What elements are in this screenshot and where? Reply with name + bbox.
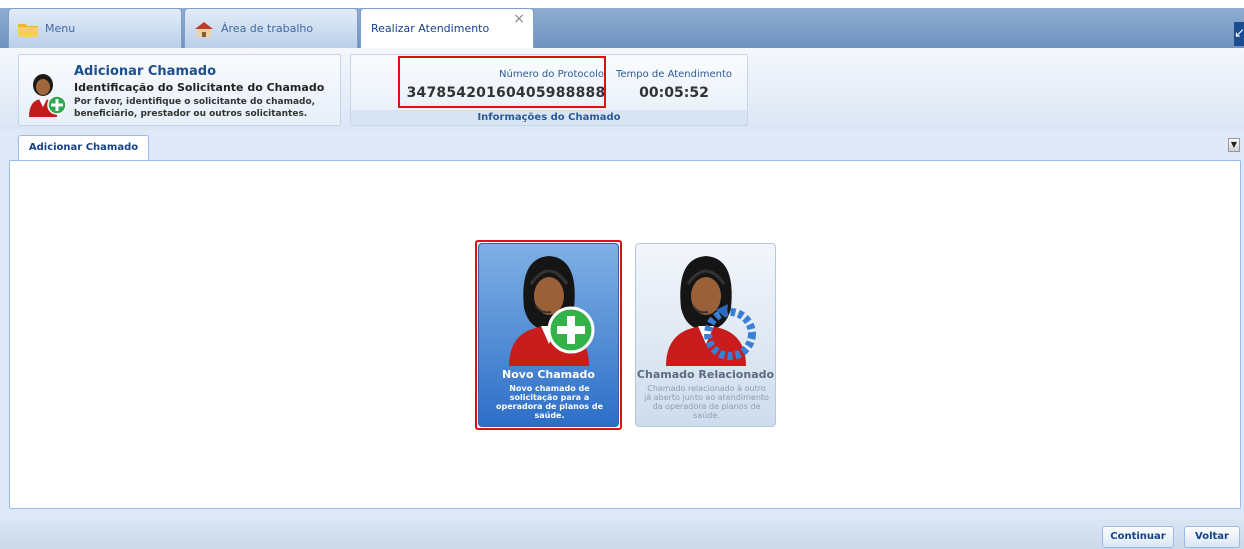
tab-area-de-trabalho[interactable]: Área de trabalho (184, 8, 358, 48)
tab-menu[interactable]: Menu (8, 8, 182, 48)
chamado-relacionado-card[interactable]: Chamado Relacionado Chamado relacionado … (635, 243, 776, 427)
novo-chamado-highlight-frame (475, 240, 622, 430)
page-description: Por favor, identifique o solicitante do … (74, 97, 316, 119)
tab-adicionar-chamado[interactable]: Adicionar Chamado (18, 135, 149, 160)
tab-realizar-label: Realizar Atendimento (371, 22, 490, 35)
chevron-down-icon[interactable]: ▼ (1228, 138, 1240, 152)
content-panel (9, 160, 1241, 509)
tab-area-label: Área de trabalho (221, 22, 314, 35)
attendant-related-icon (666, 256, 756, 366)
voltar-button[interactable]: Voltar (1184, 526, 1240, 548)
attendant-add-icon (29, 74, 67, 117)
collapse-icon[interactable]: ↙ (1234, 22, 1244, 46)
close-tab-icon[interactable]: × (513, 11, 525, 27)
protocol-value: 34785420160405988888 (406, 85, 606, 101)
panel-adicionar-chamado: Adicionar Chamado Identificação do Solic… (18, 54, 341, 126)
chamado-relacionado-description: Chamado relacionado à outro já aberto ju… (644, 384, 769, 420)
sub-tab-bar (0, 130, 1244, 160)
page-title: Adicionar Chamado (74, 64, 217, 79)
info-section-label: Informações do Chamado (351, 110, 747, 125)
folder-icon (18, 23, 38, 37)
page-subtitle: Identificação do Solicitante do Chamado (74, 81, 325, 94)
window-top-strip (0, 0, 1244, 8)
house-icon (195, 21, 213, 37)
protocol-label: Número do Protocolo (499, 69, 604, 80)
tab-realizar-atendimento[interactable]: Realizar Atendimento × (360, 8, 534, 48)
footer-bar (0, 519, 1244, 549)
time-value: 00:05:52 (639, 85, 709, 101)
time-label: Tempo de Atendimento (615, 69, 733, 80)
chamado-relacionado-title: Chamado Relacionado (636, 368, 775, 381)
tab-menu-label: Menu (45, 22, 76, 35)
continuar-button[interactable]: Continuar (1102, 526, 1174, 548)
